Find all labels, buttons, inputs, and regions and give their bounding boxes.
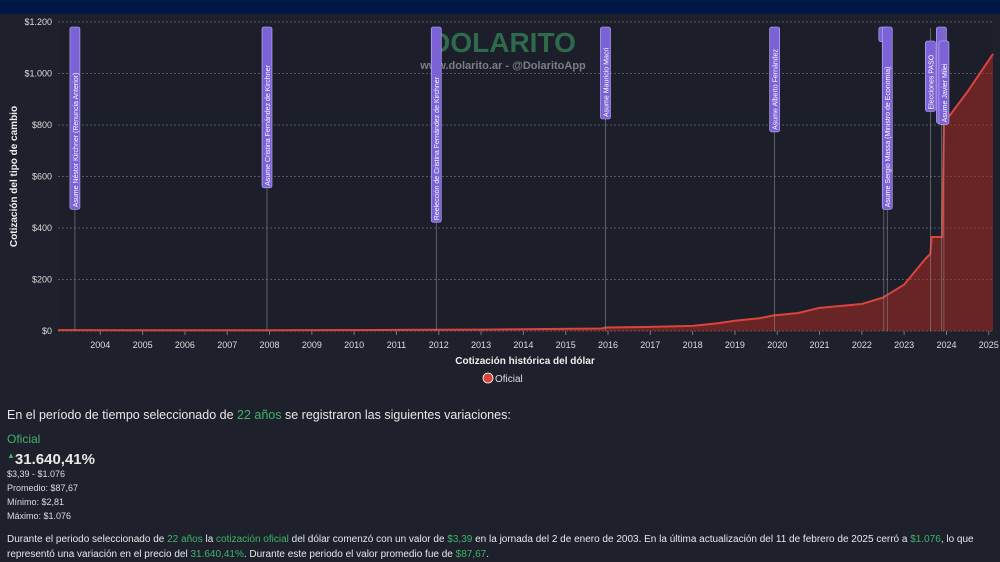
- x-tick-label: 2023: [894, 340, 914, 350]
- x-tick-label: 2017: [640, 340, 660, 350]
- annotation-label: Asume Alberto Fernández: [773, 48, 780, 129]
- x-tick-label: 2009: [302, 340, 322, 350]
- x-tick-label: 2011: [387, 340, 406, 350]
- legend-label[interactable]: Oficial: [495, 374, 523, 385]
- annotation-label: Reelección de Cristina Fernández de Kirc…: [434, 76, 441, 220]
- x-tick-label: 2013: [471, 340, 491, 350]
- x-tick-label: 2004: [90, 340, 110, 350]
- watermark: DOLARITO: [430, 27, 576, 58]
- x-tick-label: 2014: [513, 340, 533, 350]
- top-bar: [0, 0, 1000, 14]
- minimum: Mínimo: $2,81: [7, 497, 65, 507]
- x-tick-label: 2008: [260, 340, 280, 350]
- y-axis-label: Cotización del tipo de cambio: [9, 106, 20, 247]
- x-axis-label: Cotización histórica del dólar: [455, 356, 595, 367]
- maximum: Máximo: $1.076: [7, 511, 72, 521]
- y-tick-label: $400: [32, 223, 52, 233]
- legend-marker[interactable]: [482, 372, 494, 384]
- description: Durante el periodo seleccionado de 22 añ…: [7, 534, 974, 560]
- x-tick-label: 2006: [175, 340, 195, 350]
- x-tick-label: 2019: [725, 340, 745, 350]
- chart: DOLARITO www.dolarito.ar - @DolaritoApp $0…: [9, 17, 999, 385]
- x-tick-label: 2012: [429, 340, 449, 350]
- x-tick-label: 2025: [979, 340, 999, 350]
- y-tick-label: $200: [32, 275, 52, 285]
- y-tick-label: $0: [42, 326, 52, 336]
- annotation-label: Asume Sergio Massa (Ministro de Economía…: [885, 66, 892, 207]
- intro-text: En el período de tiempo seleccionado de …: [7, 408, 511, 422]
- x-tick-label: 2010: [344, 340, 364, 350]
- annotation-label: Elecciones PASO: [928, 54, 935, 109]
- x-tick-label: 2007: [217, 340, 237, 350]
- annotation-label: Asume Néstor Kirchner (Renuncia Anterior…: [73, 73, 80, 208]
- x-tick-label: 2021: [810, 340, 830, 350]
- x-tick-label: 2005: [133, 340, 153, 350]
- x-tick-label: 2022: [852, 340, 872, 350]
- annotation-label: Asume Javier Milei: [942, 63, 949, 122]
- range: $3,39 - $1.076: [7, 469, 66, 479]
- y-tick-label: $1.200: [24, 17, 52, 27]
- x-tick-label: 2015: [556, 340, 576, 350]
- y-tick-label: $800: [32, 120, 52, 130]
- annotation-label: Asume Mauricio Macri: [603, 47, 610, 117]
- x-tick-label: 2018: [683, 340, 703, 350]
- variation: ▲31.640,41%: [7, 451, 95, 468]
- watermark-sub: www.dolarito.ar - @DolaritoApp: [419, 60, 586, 72]
- series-name: Oficial: [7, 432, 41, 446]
- x-tick-label: 2020: [767, 340, 787, 350]
- y-tick-label: $600: [32, 172, 52, 182]
- up-arrow-icon: ▲: [7, 451, 15, 460]
- annotation-label: Asume Cristina Fernández de Kirchner: [265, 65, 272, 186]
- x-tick-label: 2016: [598, 340, 618, 350]
- average: Promedio: $87,67: [7, 483, 79, 493]
- y-tick-label: $1.000: [24, 69, 52, 79]
- x-tick-label: 2024: [936, 340, 956, 350]
